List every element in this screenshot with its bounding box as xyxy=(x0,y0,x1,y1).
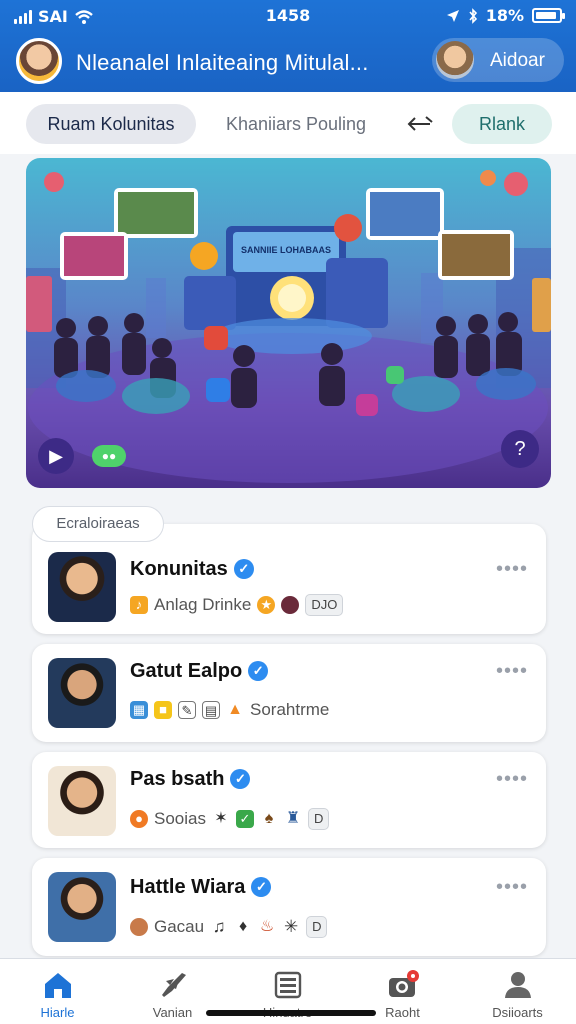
community-thumbnail xyxy=(48,658,116,728)
home-indicator[interactable] xyxy=(206,1010,376,1016)
list-icon xyxy=(274,971,302,999)
community-thumbnail xyxy=(48,766,116,836)
bluetooth-icon xyxy=(469,7,477,24)
page-title: Nleanalel Inlaiteaing Mitulal... xyxy=(76,50,369,75)
nav-profile[interactable]: Dsiioarts xyxy=(460,959,575,1024)
community-name: Gatut Ealpo xyxy=(130,660,243,682)
profile-avatar[interactable] xyxy=(16,38,62,84)
more-options-icon[interactable]: •••• xyxy=(496,558,528,581)
person-icon xyxy=(505,972,531,998)
nav-label: Dsiioarts xyxy=(492,1005,543,1020)
more-options-icon[interactable]: •••• xyxy=(496,660,528,683)
community-thumbnail xyxy=(48,872,116,942)
coin-icon: ● xyxy=(130,810,148,828)
note-icon: ✎ xyxy=(178,701,196,719)
tab-community-room[interactable]: Ruam Kolunitas xyxy=(26,104,196,144)
banner-illustration: SANNIIE LOHABAAS xyxy=(26,170,551,483)
community-tag: D xyxy=(306,916,328,938)
header-action-label: Aidoar xyxy=(490,50,545,71)
folder-icon: ■ xyxy=(154,701,172,719)
play-icon[interactable]: ▶ xyxy=(38,438,74,474)
section-chip[interactable]: Ecraloiraeas xyxy=(32,506,164,542)
music-note-icon: ♫ xyxy=(212,917,226,936)
verified-icon: ✓ xyxy=(230,769,251,789)
community-meta: Gacau xyxy=(154,917,205,936)
sparkle-icon: ✳ xyxy=(283,917,299,936)
header-action-button[interactable]: Aidoar xyxy=(432,38,564,82)
user-avatar xyxy=(436,41,474,79)
help-icon[interactable]: ? xyxy=(501,430,539,468)
nav-label: Hiarle xyxy=(40,1005,75,1020)
battery-percent: 18% xyxy=(485,6,524,25)
community-card[interactable]: Gatut Ealpo ✓ •••• ▦ ■ ✎ ▤ ▲ Sorahtrme xyxy=(32,644,546,742)
community-name: Pas bsath xyxy=(130,768,225,790)
community-card[interactable]: Pas bsath ✓ •••• ● Sooias ✶ ✓ ♠ ♜ D xyxy=(32,752,546,848)
community-card[interactable]: Hattle Wiara ✓ •••• Gacau ♫ ♦ ♨ ✳ D xyxy=(32,858,546,956)
home-icon xyxy=(45,973,71,998)
community-thumbnail xyxy=(48,552,116,622)
community-name: Konunitas xyxy=(130,558,228,580)
fire-icon: ♨ xyxy=(259,918,275,935)
verified-icon: ✓ xyxy=(248,661,269,681)
verified-icon: ✓ xyxy=(233,559,254,579)
music-icon: ♪ xyxy=(130,596,148,614)
nav-home[interactable]: Hiarle xyxy=(0,959,115,1024)
flame-icon: ▲ xyxy=(227,701,243,718)
status-bar: SAI 1458 18% xyxy=(0,0,576,32)
top-bar: SAI 1458 18% Nleanalel Inlaiteaing Mitul… xyxy=(0,0,576,92)
location-icon xyxy=(446,9,459,22)
community-banner[interactable]: SANNIIE LOHABAAS ▶ ●● ? xyxy=(26,158,551,488)
live-indicator[interactable]: ●● xyxy=(92,445,126,467)
rocket-icon: ♦ xyxy=(239,918,248,935)
community-meta: Sooias xyxy=(154,809,206,828)
community-tag: D xyxy=(307,808,330,830)
community-tag: DJO xyxy=(305,594,344,616)
tab-rank[interactable]: Rlank xyxy=(452,104,552,144)
tab-bar: Ruam Kolunitas Khaniiars Pouling Rlank xyxy=(0,92,576,154)
star-figure-icon: ✶ xyxy=(214,810,228,827)
community-name: Hattle Wiara xyxy=(130,876,246,898)
badge-icon: ★ xyxy=(257,596,276,614)
community-meta: Sorahtrme xyxy=(250,700,330,719)
grid-icon: ▦ xyxy=(130,701,148,719)
tab-polling[interactable]: Khaniiars Pouling xyxy=(206,104,386,144)
check-icon: ✓ xyxy=(235,810,254,828)
person-icon: ♠ xyxy=(264,810,274,827)
banner-screen-text: SANNIIE LOHABAAS xyxy=(241,245,331,255)
trophy-icon: ♜ xyxy=(285,810,301,827)
camera-icon xyxy=(389,970,419,997)
avatar-icon xyxy=(281,596,300,614)
community-meta: Anlag Drinke xyxy=(154,595,252,614)
battery-icon xyxy=(532,8,565,23)
more-options-icon[interactable]: •••• xyxy=(496,876,528,899)
more-options-icon[interactable]: •••• xyxy=(496,768,528,791)
rocket-icon xyxy=(162,973,186,997)
verified-icon: ✓ xyxy=(251,877,272,897)
share-arrow-icon[interactable] xyxy=(404,112,436,136)
avatar-icon xyxy=(130,918,148,936)
card-icon: ▤ xyxy=(202,701,220,719)
